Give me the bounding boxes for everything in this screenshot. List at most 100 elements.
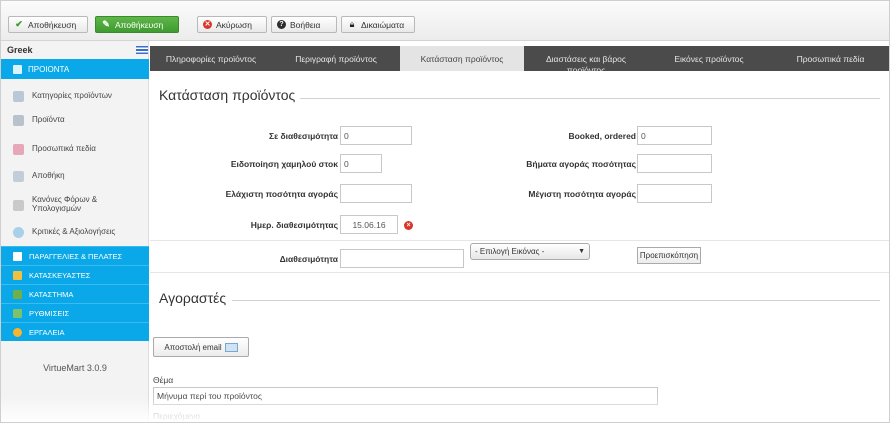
permissions-button-label: Δικαιώματα xyxy=(361,19,405,30)
categories-icon xyxy=(13,90,24,102)
tab-product-description[interactable]: Περιγραφή προϊόντος xyxy=(272,46,400,71)
image-select-value: - Επιλογή Εικόνας - xyxy=(475,247,545,256)
sidebar-section-label: ΡΥΘΜΙΣΕΙΣ xyxy=(29,308,70,318)
app-window: ✔ Αποθήκευση ✎ Αποθήκευση ✕ Ακύρωση ? Βο… xyxy=(0,0,890,423)
save-button[interactable]: ✔ Αποθήκευση xyxy=(8,16,88,33)
save-and-edit-button-label: Αποθήκευση xyxy=(115,19,164,30)
settings-icon xyxy=(13,308,22,318)
status-legend-line xyxy=(300,98,880,99)
sidebar-item-categories[interactable]: Κατηγορίες προϊόντων xyxy=(1,85,149,107)
inventory-icon xyxy=(13,170,24,182)
tab-label: Περιγραφή προϊόντος xyxy=(295,54,377,64)
sidebar-item-tax-rules[interactable]: Κανόνες Φόρων & Υπολογισμών xyxy=(1,192,149,218)
min-quantity-input[interactable] xyxy=(340,184,412,203)
tab-label: Εικόνες προϊόντος xyxy=(674,54,744,64)
low-stock-input[interactable]: 0 xyxy=(340,154,382,173)
availability-input[interactable] xyxy=(340,249,464,268)
content-label: Περιεχόμενο xyxy=(153,411,201,421)
products-list-icon xyxy=(13,114,24,126)
reviews-icon xyxy=(13,226,24,238)
send-email-button[interactable]: Αποστολή email xyxy=(153,337,249,357)
products-icon xyxy=(13,64,22,74)
image-select[interactable]: - Επιλογή Εικόνας - ▼ xyxy=(470,243,590,260)
buyers-legend-line xyxy=(232,300,880,301)
save-button-label: Αποθήκευση xyxy=(28,19,77,30)
availability-date-input[interactable]: 15.06.16 xyxy=(340,215,398,234)
orders-icon xyxy=(13,251,22,261)
language-flag-icon[interactable] xyxy=(136,46,148,54)
tab-product-images[interactable]: Εικόνες προϊόντος xyxy=(648,46,770,71)
tab-product-status[interactable]: Κατάσταση προϊόντος xyxy=(400,46,524,71)
in-stock-input[interactable]: 0 xyxy=(340,126,412,145)
tools-icon xyxy=(13,327,22,337)
tab-label: Κατάσταση προϊόντος xyxy=(420,54,504,64)
lock-icon: 🔒︎ xyxy=(349,19,355,29)
tab-custom-fields[interactable]: Προσωπικά πεδία xyxy=(770,46,889,71)
help-button-label: Βοήθεια xyxy=(290,19,321,30)
availability-date-label: Ημερ. διαθεσιμότητας xyxy=(250,220,338,230)
availability-label: Διαθεσιμότητα xyxy=(279,254,338,264)
min-quantity-label: Ελάχιστη ποσότητα αγοράς xyxy=(225,189,338,199)
sidebar-section-manufacturers[interactable]: ΚΑΤΑΣΚΕΥΑΣΤΕΣ xyxy=(1,265,149,284)
sidebar-item-inventory[interactable]: Αποθήκη xyxy=(1,165,149,187)
sidebar-item-custom-fields[interactable]: Προσωπικά πεδία xyxy=(1,138,149,160)
sidebar-section-label: ΚΑΤΑΣΤΗΜΑ xyxy=(29,289,74,299)
permissions-button[interactable]: 🔒︎ Δικαιώματα xyxy=(341,16,415,33)
sidebar-section-orders[interactable]: ΠΑΡΑΓΓΕΛΙΕΣ & ΠΕΛΑΤΕΣ xyxy=(1,246,149,265)
manufacturers-icon xyxy=(13,270,22,280)
low-stock-label: Ειδοποίηση χαμηλού στοκ xyxy=(230,159,338,169)
max-quantity-input[interactable] xyxy=(637,184,712,203)
purchase-step-label: Βήματα αγοράς ποσότητας xyxy=(526,159,636,169)
toolbar: ✔ Αποθήκευση ✎ Αποθήκευση ✕ Ακύρωση ? Βο… xyxy=(1,1,889,41)
sidebar-section-label: ΕΡΓΑΛΕΙΑ xyxy=(29,327,65,337)
status-legend: Κατάσταση προϊόντος xyxy=(159,87,296,103)
in-stock-label: Σε διαθεσιμότητα xyxy=(269,131,338,141)
booked-ordered-input[interactable]: 0 xyxy=(637,126,712,145)
sidebar-item-label: Προσωπικά πεδία xyxy=(32,143,96,153)
sidebar-item-label: Κριτικές & Αξιολογήσεις xyxy=(32,226,116,236)
sidebar-section-label: ΚΑΤΑΣΚΕΥΑΣΤΕΣ xyxy=(29,270,91,280)
booked-ordered-label: Booked, ordered xyxy=(568,131,636,141)
sidebar-section-shop[interactable]: ΚΑΤΑΣΤΗΜΑ xyxy=(1,284,149,303)
email-icon xyxy=(224,342,238,352)
sidebar-item-reviews[interactable]: Κριτικές & Αξιολογήσεις xyxy=(1,221,149,243)
help-icon: ? xyxy=(277,20,286,29)
send-email-button-label: Αποστολή email xyxy=(164,342,222,352)
sidebar: Greek ΠΡΟΙΟΝΤΑ Κατηγορίες προϊόντων Προϊ… xyxy=(1,41,149,422)
main-content: Κατάσταση προϊόντος Σε διαθεσιμότητα 0 B… xyxy=(150,71,889,422)
help-button[interactable]: ? Βοήθεια xyxy=(271,16,337,33)
save-and-edit-button[interactable]: ✎ Αποθήκευση xyxy=(95,16,179,33)
max-quantity-label: Μέγιστη ποσότητα αγοράς xyxy=(528,189,636,199)
purchase-step-input[interactable] xyxy=(637,154,712,173)
sidebar-item-label: Κανόνες Φόρων & Υπολογισμών xyxy=(32,195,98,213)
sidebar-section-products-label: ΠΡΟΙΟΝΤΑ xyxy=(28,64,70,74)
tab-label: Διαστάσεις και βάρος προϊόντος xyxy=(545,54,627,71)
tab-product-info[interactable]: Πληροφορίες προϊόντος xyxy=(150,46,272,71)
row-divider xyxy=(150,240,889,241)
check-icon: ✔ xyxy=(15,19,23,29)
sidebar-section-tools[interactable]: ΕΡΓΑΛΕΙΑ xyxy=(1,322,149,341)
edit-icon: ✎ xyxy=(102,19,110,29)
buyers-legend: Αγοραστές xyxy=(159,290,227,306)
sidebar-section-settings[interactable]: ΡΥΘΜΙΣΕΙΣ xyxy=(1,303,149,322)
preview-button[interactable]: Προεπισκόπηση xyxy=(637,247,701,264)
sidebar-section-products[interactable]: ΠΡΟΙΟΝΤΑ xyxy=(1,59,149,79)
tax-rules-icon xyxy=(13,199,24,211)
tab-label: Προσωπικά πεδία xyxy=(796,54,865,64)
sidebar-item-label: Κατηγορίες προϊόντων xyxy=(32,90,112,100)
version-label: VirtueMart 3.0.9 xyxy=(43,363,107,373)
cancel-button[interactable]: ✕ Ακύρωση xyxy=(197,16,267,33)
subject-input[interactable]: Μήνυμα περί του προϊόντος xyxy=(153,387,658,405)
sidebar-item-products[interactable]: Προϊόντα xyxy=(1,109,149,131)
custom-fields-icon xyxy=(13,143,24,155)
chevron-down-icon: ▼ xyxy=(578,248,585,255)
cancel-button-label: Ακύρωση xyxy=(216,19,253,30)
tab-product-dimensions[interactable]: Διαστάσεις και βάρος προϊόντος xyxy=(524,46,648,71)
sidebar-item-label: Αποθήκη xyxy=(32,170,65,180)
clear-date-icon[interactable]: × xyxy=(404,221,413,230)
subject-label: Θέμα xyxy=(153,375,174,385)
shop-icon xyxy=(13,289,22,299)
tab-bar: Πληροφορίες προϊόντος Περιγραφή προϊόντο… xyxy=(150,46,889,71)
row-divider xyxy=(150,272,889,273)
language-label: Greek xyxy=(7,45,33,55)
